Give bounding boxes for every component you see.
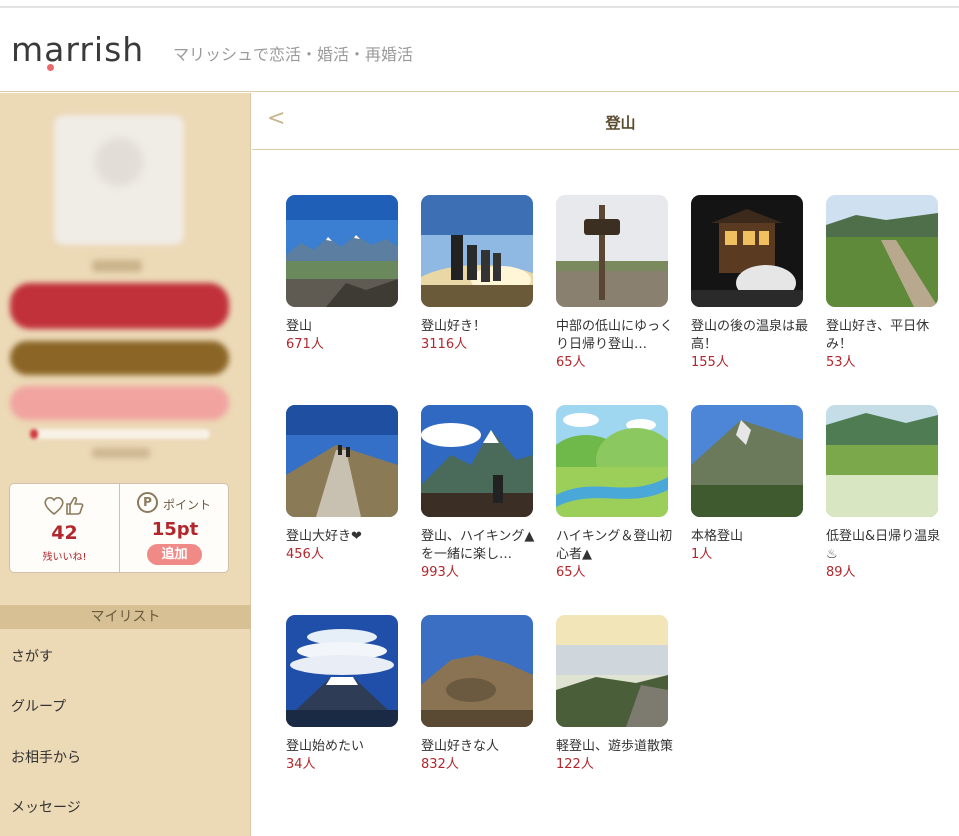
group-thumbnail-hikers[interactable] bbox=[421, 195, 533, 307]
nav-item-from-partner[interactable]: お相手から bbox=[11, 747, 81, 767]
group-name[interactable]: 登山の後の温泉は最高！ bbox=[691, 318, 809, 354]
group-name[interactable]: 登山 bbox=[286, 318, 404, 336]
group-card[interactable]: ハイキング＆登山初心者▲ 65人 bbox=[556, 405, 676, 582]
group-thumbnail-summit-sign[interactable] bbox=[556, 195, 668, 307]
group-member-count: 89人 bbox=[826, 565, 856, 580]
content-header: < 登山 bbox=[252, 93, 959, 150]
group-card[interactable]: 中部の低山にゆっくり日帰り登山… 65人 bbox=[556, 195, 676, 372]
group-name[interactable]: 登山、ハイキング▲を一緒に楽し… bbox=[421, 528, 539, 564]
blurred-username bbox=[92, 260, 142, 272]
group-card[interactable]: 登山好き！ 3116人 bbox=[421, 195, 541, 354]
group-thumbnail-fuji-clouds[interactable] bbox=[286, 615, 398, 727]
points-label: ポイント bbox=[163, 498, 212, 512]
group-member-count: 1人 bbox=[691, 547, 713, 562]
group-thumbnail-stairs[interactable] bbox=[286, 405, 398, 517]
blurred-progress-fill bbox=[30, 429, 38, 439]
group-card[interactable]: 軽登山、遊歩道散策 122人 bbox=[556, 615, 676, 774]
group-member-count: 34人 bbox=[286, 757, 316, 772]
blurred-tertiary-button[interactable] bbox=[10, 386, 229, 420]
group-name[interactable]: 登山好きな人 bbox=[421, 738, 539, 756]
group-card[interactable]: 低登山&日帰り温泉♨ 89人 bbox=[826, 405, 946, 582]
remaining-likes-label: 残いいね! bbox=[42, 552, 87, 563]
group-member-count: 832人 bbox=[421, 757, 459, 772]
group-thumbnail-mountains[interactable] bbox=[286, 195, 398, 307]
blurred-progress-label bbox=[92, 448, 150, 458]
blurred-secondary-button[interactable] bbox=[10, 341, 229, 375]
group-thumbnail-ridge[interactable] bbox=[691, 405, 803, 517]
group-name[interactable]: 登山大好き❤ bbox=[286, 528, 404, 546]
group-member-count: 671人 bbox=[286, 337, 324, 352]
group-card[interactable]: 登山の後の温泉は最高！ 155人 bbox=[691, 195, 811, 372]
group-name[interactable]: ハイキング＆登山初心者▲ bbox=[556, 528, 674, 564]
page-title: 登山 bbox=[605, 114, 636, 132]
group-thumbnail-meadow[interactable] bbox=[826, 405, 938, 517]
group-name[interactable]: 中部の低山にゆっくり日帰り登山… bbox=[556, 318, 674, 354]
group-name[interactable]: 本格登山 bbox=[691, 528, 809, 546]
group-card[interactable]: 登山 671人 bbox=[286, 195, 406, 354]
remaining-likes-count: 42 bbox=[51, 522, 78, 544]
point-icon: P bbox=[137, 492, 158, 513]
group-card[interactable]: 登山、ハイキング▲を一緒に楽し… 993人 bbox=[421, 405, 541, 582]
group-member-count: 3116人 bbox=[421, 337, 468, 352]
group-member-count: 456人 bbox=[286, 547, 324, 562]
group-thumbnail-crater[interactable] bbox=[421, 615, 533, 727]
nav-item-messages[interactable]: メッセージ bbox=[11, 797, 81, 817]
logo-heart-dot bbox=[47, 64, 54, 71]
group-member-count: 993人 bbox=[421, 565, 459, 580]
group-name[interactable]: 登山始めたい bbox=[286, 738, 404, 756]
blurred-progress-track bbox=[30, 429, 210, 439]
avatar-placeholder-icon bbox=[95, 138, 143, 186]
group-member-count: 53人 bbox=[826, 355, 856, 370]
marrish-logo[interactable]: marrish bbox=[11, 30, 144, 69]
group-member-count: 65人 bbox=[556, 355, 586, 370]
group-thumbnail-sea-of-clouds[interactable] bbox=[556, 615, 668, 727]
group-card[interactable]: 本格登山 1人 bbox=[691, 405, 811, 564]
header-tagline: マリッシュで恋活・婚活・再婚活 bbox=[173, 45, 414, 64]
group-member-count: 65人 bbox=[556, 565, 586, 580]
group-name[interactable]: 登山好き！ bbox=[421, 318, 539, 336]
sidebar: 42 残いいね! P ポイント 15pt 追加 マイリスト さがす グループ お… bbox=[0, 93, 251, 836]
add-points-button[interactable]: 追加 bbox=[147, 544, 202, 565]
group-name[interactable]: 低登山&日帰り温泉♨ bbox=[826, 528, 944, 564]
nav-item-search[interactable]: さがす bbox=[11, 646, 53, 666]
group-name[interactable]: 登山好き、平日休み！ bbox=[826, 318, 944, 354]
points-value: 15pt bbox=[151, 519, 199, 540]
group-card[interactable]: 登山大好き❤ 456人 bbox=[286, 405, 406, 564]
nav-item-groups[interactable]: グループ bbox=[11, 696, 66, 716]
group-thumbnail-onsen[interactable] bbox=[691, 195, 803, 307]
heart-thumbs-icon bbox=[43, 494, 87, 521]
group-name[interactable]: 軽登山、遊歩道散策 bbox=[556, 738, 674, 756]
group-thumbnail-peak-hiker[interactable] bbox=[421, 405, 533, 517]
site-header: marrish マリッシュで恋活・婚活・再婚活 bbox=[0, 8, 959, 92]
group-member-count: 122人 bbox=[556, 757, 594, 772]
blurred-primary-button[interactable] bbox=[10, 283, 229, 329]
group-member-count: 155人 bbox=[691, 355, 729, 370]
group-card[interactable]: 登山好き、平日休み！ 53人 bbox=[826, 195, 946, 372]
group-thumbnail-illustration[interactable] bbox=[556, 405, 668, 517]
stats-panel: 42 残いいね! P ポイント 15pt 追加 bbox=[9, 483, 229, 573]
group-card[interactable]: 登山好きな人 832人 bbox=[421, 615, 541, 774]
group-card[interactable]: 登山始めたい 34人 bbox=[286, 615, 406, 774]
group-thumbnail-boardwalk[interactable] bbox=[826, 195, 938, 307]
mylist-header: マイリスト bbox=[0, 605, 251, 629]
